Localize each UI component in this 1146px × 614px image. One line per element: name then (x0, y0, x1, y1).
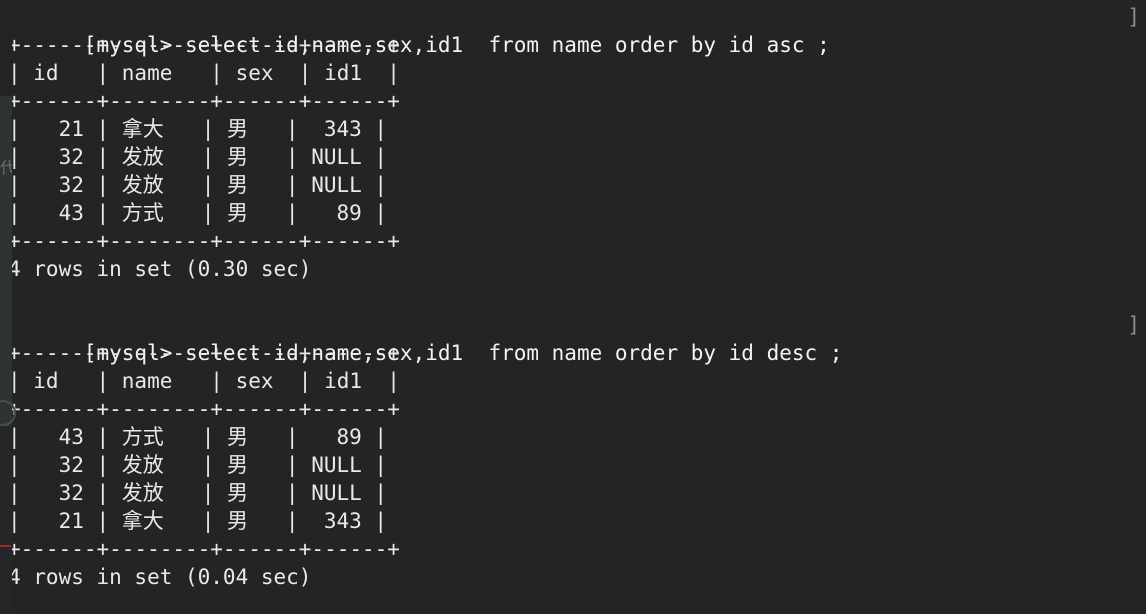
table-separator-bottom-1: +------+--------+------+------+ (8, 229, 400, 253)
gutter-segment-middle (0, 96, 12, 426)
table-row: | 32 | 发放 | 男 | NULL | (8, 481, 388, 505)
table-separator-bottom-2: +------+--------+------+------+ (8, 537, 400, 561)
table-separator-mid-1: +------+--------+------+------+ (8, 89, 400, 113)
right-edge-marker-1: ] (1127, 5, 1140, 29)
right-edge-marker-2: ] (1127, 313, 1140, 337)
terminal-window[interactable]: 代码 [mysql> select id,name,sex,id1 from n… (0, 0, 1146, 614)
table-row: | 43 | 方式 | 男 | 89 | (8, 201, 388, 225)
table-separator-mid-2: +------+--------+------+------+ (8, 397, 400, 421)
table-row: | 21 | 拿大 | 男 | 343 | (8, 509, 388, 533)
result-status-1: 4 rows in set (0.30 sec) (8, 257, 312, 281)
command-line-desc[interactable]: [mysql> select id,name,sex,id1 from name… (0, 311, 1146, 365)
table-row: | 21 | 拿大 | 男 | 343 | (8, 117, 388, 141)
result-status-2: 4 rows in set (0.04 sec) (8, 565, 312, 589)
gutter-segment-top (0, 0, 12, 96)
table-header-row-2: | id | name | sex | id1 | (8, 369, 400, 393)
table-row: | 32 | 发放 | 男 | NULL | (8, 173, 388, 197)
spacer-line-1 (0, 283, 1146, 311)
editor-gutter[interactable]: 代码 (0, 0, 16, 614)
table-separator-top-1: +------+--------+------+------+ (8, 33, 400, 57)
table-row: | 32 | 发放 | 男 | NULL | (8, 145, 388, 169)
command-line-asc[interactable]: [mysql> select id,name,sex,id1 from name… (0, 3, 1146, 57)
gutter-error-marker (0, 545, 11, 547)
table-row: | 32 | 发放 | 男 | NULL | (8, 453, 388, 477)
gutter-segment-bottom (0, 426, 12, 614)
table-separator-top-2: +------+--------+------+------+ (8, 341, 400, 365)
table-row: | 43 | 方式 | 男 | 89 | (8, 425, 388, 449)
table-header-row-1: | id | name | sex | id1 | (8, 61, 400, 85)
terminal-output: [mysql> select id,name,sex,id1 from name… (0, 0, 1146, 614)
gutter-ghost-text: 代码 (0, 160, 12, 177)
